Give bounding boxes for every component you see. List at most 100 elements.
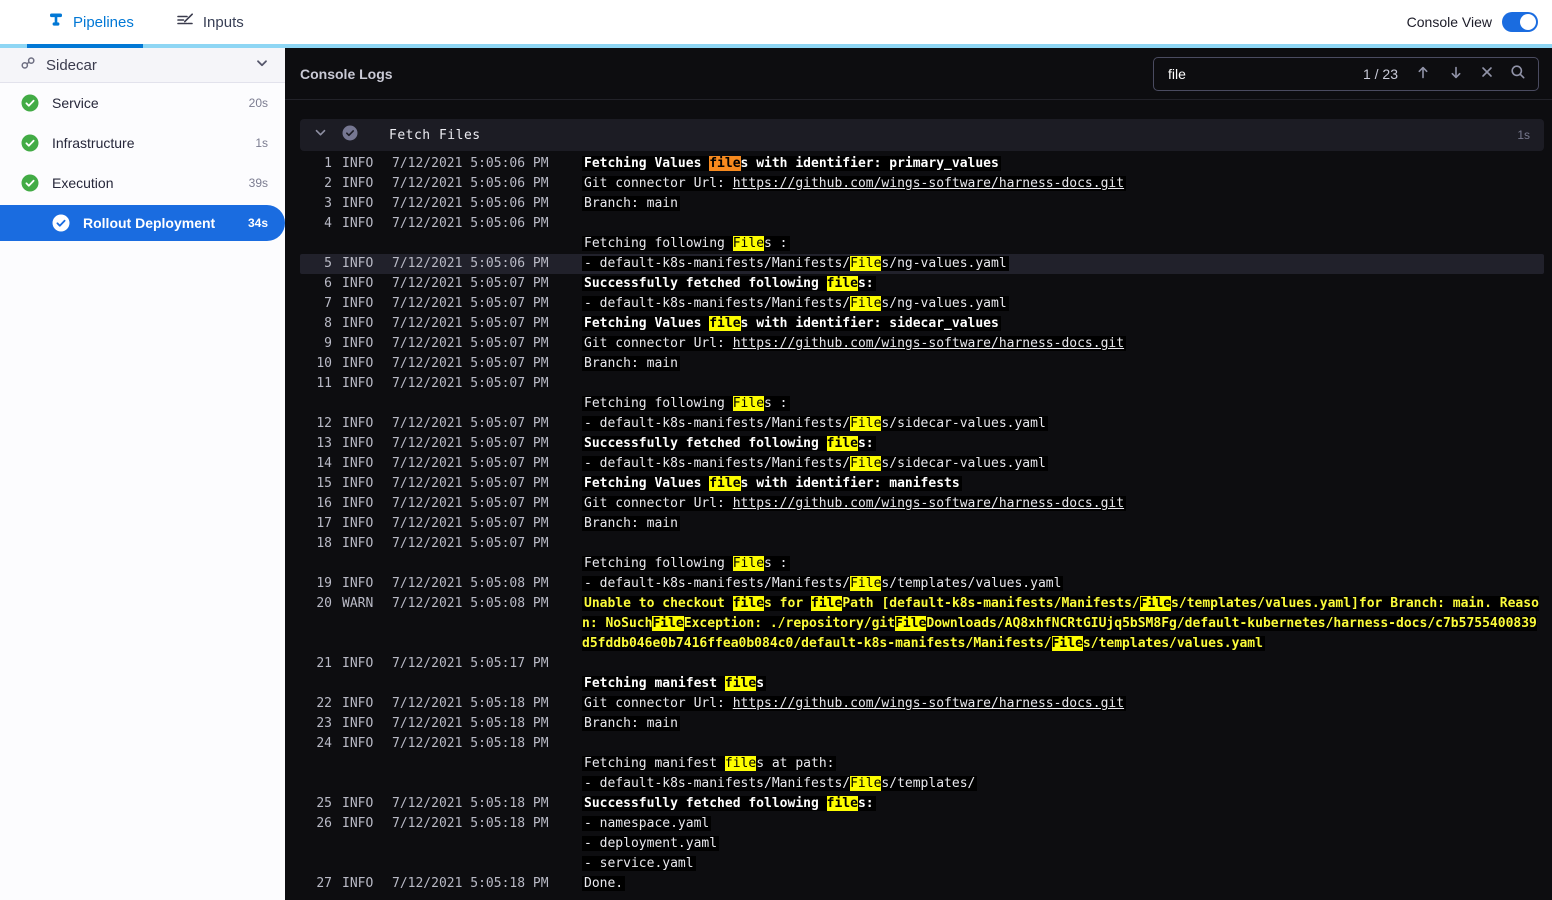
stage-header[interactable]: Sidecar [0, 48, 285, 83]
log-message-cell: Git connector Url: https://github.com/wi… [582, 334, 1544, 354]
log-line-number: 6 [324, 276, 332, 291]
log-link[interactable]: https://github.com/wings-software/harnes… [733, 496, 1124, 511]
log-message-cell: - default-k8s-manifests/Manifests/Files/… [582, 454, 1544, 474]
log-message-cell: - default-k8s-manifests/Manifests/Files/… [582, 254, 1544, 274]
log-row: Fetching manifest files at path: [300, 754, 1544, 774]
log-level: INFO [342, 256, 374, 271]
log-line-number: 2 [324, 176, 332, 191]
log-level [342, 834, 392, 854]
log-message-cell [582, 734, 1544, 754]
log-level: INFO [342, 876, 374, 891]
log-row: 17 INFO 7/12/2021 5:05:07 PM Branch: main [300, 514, 1544, 534]
log-message: Successfully fetched following files: [582, 796, 876, 811]
log-message-cell: - namespace.yaml [582, 814, 1544, 834]
log-row: 11 INFO 7/12/2021 5:05:07 PM [300, 374, 1544, 394]
search-icon [1510, 64, 1526, 83]
log-message-cell: Branch: main [582, 194, 1544, 214]
log-row: 12 INFO 7/12/2021 5:05:07 PM - default-k8s-… [300, 414, 1544, 434]
log-level: INFO [342, 796, 374, 811]
log-message: Fetching following Files : [582, 396, 790, 411]
log-line-number: 21 [316, 656, 332, 671]
log-message-cell: Fetching Values files with identifier: s… [582, 314, 1544, 334]
search-input[interactable] [1166, 64, 1346, 83]
step-success-icon [342, 125, 358, 146]
tab-pipelines[interactable]: Pipelines [48, 12, 134, 32]
sidebar-item-execution[interactable]: Execution 39s [0, 163, 285, 203]
log-level: INFO [342, 296, 374, 311]
search-match: file [724, 676, 757, 691]
log-timestamp [392, 834, 582, 854]
log-row: 1 INFO 7/12/2021 5:05:06 PM Fetching Values… [300, 154, 1544, 174]
log-row: 21 INFO 7/12/2021 5:05:17 PM [300, 654, 1544, 674]
step-list: Service 20s Infrastructure 1s Execution 39s Ro… [0, 83, 285, 243]
log-timestamp: 7/12/2021 5:05:07 PM [392, 436, 549, 451]
next-match-button[interactable] [1448, 64, 1464, 84]
clear-search-button[interactable] [1481, 66, 1493, 81]
log-timestamp [392, 554, 582, 574]
log-level [342, 774, 392, 794]
log-message: - default-k8s-manifests/Manifests/Files/… [582, 256, 1009, 271]
log-line-number: 27 [316, 876, 332, 891]
log-timestamp [392, 234, 582, 254]
log-level: INFO [342, 356, 374, 371]
log-timestamp [392, 394, 582, 414]
log-line-number: 1 [324, 156, 332, 171]
log-message-cell: Fetching Values files with identifier: m… [582, 474, 1544, 494]
chevron-down-icon[interactable] [255, 56, 269, 75]
log-line-number: 17 [316, 516, 332, 531]
tab-inputs[interactable]: Inputs [176, 12, 244, 32]
log-row: 15 INFO 7/12/2021 5:05:07 PM Fetching Value… [300, 474, 1544, 494]
log-message-cell: Fetching following Files : [582, 394, 1544, 414]
log-line-number: 14 [316, 456, 332, 471]
log-timestamp: 7/12/2021 5:05:07 PM [392, 336, 549, 351]
search-match: File [850, 776, 882, 791]
search-box: 1 / 23 [1153, 56, 1539, 91]
step-label: Execution [52, 175, 114, 191]
log-group-duration: 1s [1517, 128, 1530, 142]
search-match: File [732, 236, 765, 251]
log-line-number [300, 234, 332, 254]
close-icon [1481, 66, 1493, 81]
active-tab-underline [27, 44, 143, 48]
log-timestamp: 7/12/2021 5:05:06 PM [392, 156, 549, 171]
log-row: 7 INFO 7/12/2021 5:05:07 PM - default-k8s-m… [300, 294, 1544, 314]
search-button[interactable] [1510, 64, 1526, 83]
log-message: Branch: main [582, 196, 680, 211]
previous-match-button[interactable] [1415, 64, 1431, 84]
log-level: INFO [342, 496, 374, 511]
log-line-number [300, 854, 332, 874]
log-row: - service.yaml [300, 854, 1544, 874]
log-message: - default-k8s-manifests/Manifests/Files/… [582, 296, 1009, 311]
sidecar-stage-icon [20, 55, 36, 76]
log-level [342, 554, 392, 574]
log-row: 3 INFO 7/12/2021 5:05:06 PM Branch: main [300, 194, 1544, 214]
log-level [342, 674, 392, 694]
log-level: INFO [342, 476, 374, 491]
sidebar-item-service[interactable]: Service 20s [0, 83, 285, 123]
success-check-icon [21, 174, 39, 192]
log-timestamp [392, 674, 582, 694]
sidebar-item-rollout-deployment[interactable]: Rollout Deployment 34s [0, 205, 285, 241]
log-timestamp: 7/12/2021 5:05:17 PM [392, 656, 549, 671]
log-message: Branch: main [582, 516, 680, 531]
log-link[interactable]: https://github.com/wings-software/harnes… [733, 336, 1124, 351]
log-level: WARN [342, 596, 374, 611]
log-line-number: 26 [316, 816, 332, 831]
topbar: Pipelines Inputs Console View [0, 0, 1552, 44]
log-level: INFO [342, 336, 374, 351]
log-group-header[interactable]: Fetch Files 1s [300, 119, 1544, 151]
success-check-icon [21, 134, 39, 152]
log-message-cell: Fetching manifest files at path: [582, 754, 1544, 774]
log-message: - default-k8s-manifests/Manifests/Files/… [582, 456, 1048, 471]
log-row: 5 INFO 7/12/2021 5:05:06 PM - default-k8s-m… [300, 254, 1544, 274]
log-link[interactable]: https://github.com/wings-software/harnes… [733, 696, 1124, 711]
log-message-cell: Unable to checkout files for filePath [d… [582, 594, 1544, 654]
log-timestamp: 7/12/2021 5:05:18 PM [392, 696, 549, 711]
sidebar-item-infrastructure[interactable]: Infrastructure 1s [0, 123, 285, 163]
log-line-number [300, 394, 332, 414]
console-view-toggle[interactable] [1502, 12, 1538, 32]
collapse-chevron-icon[interactable] [314, 126, 327, 144]
log-link[interactable]: https://github.com/wings-software/harnes… [733, 176, 1124, 191]
log-line-number: 8 [324, 316, 332, 331]
log-row: 25 INFO 7/12/2021 5:05:18 PM Successfully f… [300, 794, 1544, 814]
